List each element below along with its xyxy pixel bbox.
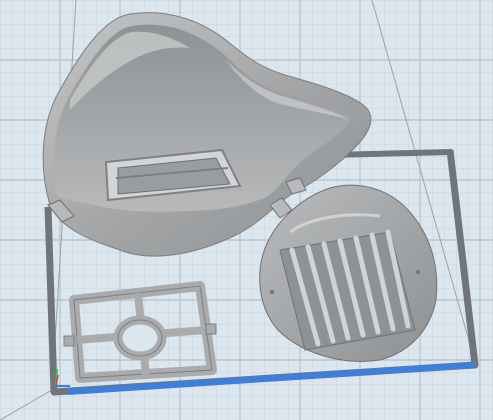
slicer-3d-viewport[interactable] <box>0 0 493 420</box>
viewport-canvas[interactable] <box>0 0 493 420</box>
